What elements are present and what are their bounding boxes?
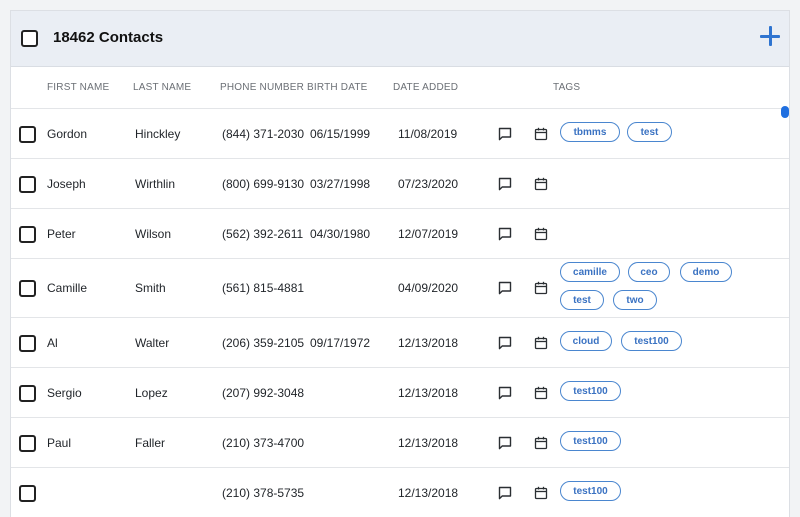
tag-chip[interactable]: ceo [628, 262, 670, 282]
row-checkbox[interactable] [19, 226, 36, 243]
birth-date-cell: 03/27/1998 [310, 177, 371, 191]
row-checkbox[interactable] [19, 485, 36, 502]
phone-number-cell: (210) 373-4700 [222, 436, 305, 450]
table-row[interactable]: Sergio Lopez (207) 992-3048 12/13/2018 test1… [11, 368, 789, 418]
last-name-cell: Walter [135, 336, 170, 350]
tag-chip[interactable]: two [613, 290, 657, 310]
date-added-cell: 12/13/2018 [398, 336, 459, 350]
last-name-cell: Wilson [135, 227, 172, 241]
tag-chip[interactable]: test [560, 290, 604, 310]
phone-number-cell: (844) 371-2030 [222, 127, 305, 141]
date-added-cell: 12/13/2018 [398, 386, 459, 400]
message-icon[interactable] [497, 176, 513, 192]
calendar-icon[interactable] [533, 335, 549, 351]
calendar-icon[interactable] [533, 280, 549, 296]
row-checkbox[interactable] [19, 126, 36, 143]
tag-chip[interactable]: test100 [560, 481, 621, 501]
table-row[interactable]: (210) 378-5735 12/13/2018 test100 [11, 468, 789, 517]
first-name-cell: Peter [47, 227, 76, 241]
phone-number-cell: (800) 699-9130 [222, 177, 305, 191]
last-name-cell: Wirthlin [135, 177, 176, 191]
table-row[interactable]: Al Walter (206) 359-2105 09/17/1972 12/13/20… [11, 318, 789, 368]
table-row[interactable]: Paul Faller (210) 373-4700 12/13/2018 test10… [11, 418, 789, 468]
calendar-icon[interactable] [533, 485, 549, 501]
message-icon[interactable] [497, 385, 513, 401]
contacts-count-title: 18462 Contacts [53, 29, 164, 46]
contacts-header: 18462 Contacts [11, 11, 789, 67]
tag-chip[interactable]: test100 [560, 381, 621, 401]
col-birth-date[interactable]: BIRTH DATE [307, 82, 368, 93]
calendar-icon[interactable] [533, 126, 549, 142]
tag-chip[interactable]: demo [680, 262, 732, 282]
calendar-icon[interactable] [533, 385, 549, 401]
row-checkbox[interactable] [19, 176, 36, 193]
scrollbar-track[interactable] [779, 100, 787, 517]
first-name-cell: Al [47, 336, 58, 350]
calendar-icon[interactable] [533, 176, 549, 192]
message-icon[interactable] [497, 126, 513, 142]
row-checkbox[interactable] [19, 335, 36, 352]
calendar-icon[interactable] [533, 226, 549, 242]
date-added-cell: 12/13/2018 [398, 436, 459, 450]
birth-date-cell: 09/17/1972 [310, 336, 371, 350]
table-row[interactable]: Gordon Hinckley (844) 371-2030 06/15/1999 11… [11, 109, 789, 159]
last-name-cell: Faller [135, 436, 166, 450]
date-added-cell: 07/23/2020 [398, 177, 459, 191]
message-icon[interactable] [497, 280, 513, 296]
calendar-icon[interactable] [533, 435, 549, 451]
first-name-cell: Camille [47, 281, 88, 295]
row-checkbox[interactable] [19, 280, 36, 297]
message-icon[interactable] [497, 435, 513, 451]
phone-number-cell: (561) 815-4881 [222, 281, 305, 295]
row-checkbox[interactable] [19, 385, 36, 402]
table-row[interactable]: Camille Smith (561) 815-4881 04/09/2020 cami… [11, 259, 789, 318]
col-date-added[interactable]: DATE ADDED [393, 82, 458, 93]
message-icon[interactable] [497, 485, 513, 501]
date-added-cell: 12/13/2018 [398, 486, 459, 500]
first-name-cell: Joseph [47, 177, 86, 191]
tag-chip[interactable]: test [627, 122, 672, 142]
scrollbar-thumb[interactable] [781, 106, 789, 118]
add-contact-plus-icon[interactable] [759, 25, 781, 47]
phone-number-cell: (210) 378-5735 [222, 486, 305, 500]
contacts-panel: 18462 Contacts FIRST NAME LAST NAME PHON… [10, 10, 790, 517]
phone-number-cell: (562) 392-2611 [222, 227, 304, 241]
phone-number-cell: (207) 992-3048 [222, 386, 305, 400]
column-headers: FIRST NAME LAST NAME PHONE NUMBER BIRTH … [11, 67, 789, 109]
col-last-name[interactable]: LAST NAME [133, 82, 191, 93]
row-checkbox[interactable] [19, 435, 36, 452]
col-first-name[interactable]: FIRST NAME [47, 82, 109, 93]
last-name-cell: Hinckley [135, 127, 181, 141]
message-icon[interactable] [497, 226, 513, 242]
tag-chip[interactable]: test100 [560, 431, 621, 451]
last-name-cell: Lopez [135, 386, 168, 400]
date-added-cell: 04/09/2020 [398, 281, 459, 295]
tag-chip[interactable]: camille [560, 262, 620, 282]
birth-date-cell: 06/15/1999 [310, 127, 371, 141]
first-name-cell: Paul [47, 436, 72, 450]
message-icon[interactable] [497, 335, 513, 351]
last-name-cell: Smith [135, 281, 166, 295]
tag-chip[interactable]: tbmms [560, 122, 620, 142]
col-tags: TAGS [553, 82, 581, 93]
date-added-cell: 11/08/2019 [398, 127, 458, 141]
tag-chip[interactable]: test100 [621, 331, 682, 351]
birth-date-cell: 04/30/1980 [310, 227, 371, 241]
table-row[interactable]: Peter Wilson (562) 392-2611 04/30/1980 12/07… [11, 209, 789, 259]
date-added-cell: 12/07/2019 [398, 227, 459, 241]
col-phone-number[interactable]: PHONE NUMBER [220, 82, 304, 93]
select-all-checkbox[interactable] [21, 30, 38, 47]
phone-number-cell: (206) 359-2105 [222, 336, 305, 350]
first-name-cell: Sergio [47, 386, 82, 400]
first-name-cell: Gordon [47, 127, 88, 141]
table-row[interactable]: Joseph Wirthlin (800) 699-9130 03/27/1998 07… [11, 159, 789, 209]
contacts-table-body: Gordon Hinckley (844) 371-2030 06/15/1999 11… [11, 109, 789, 517]
tag-chip[interactable]: cloud [560, 331, 612, 351]
